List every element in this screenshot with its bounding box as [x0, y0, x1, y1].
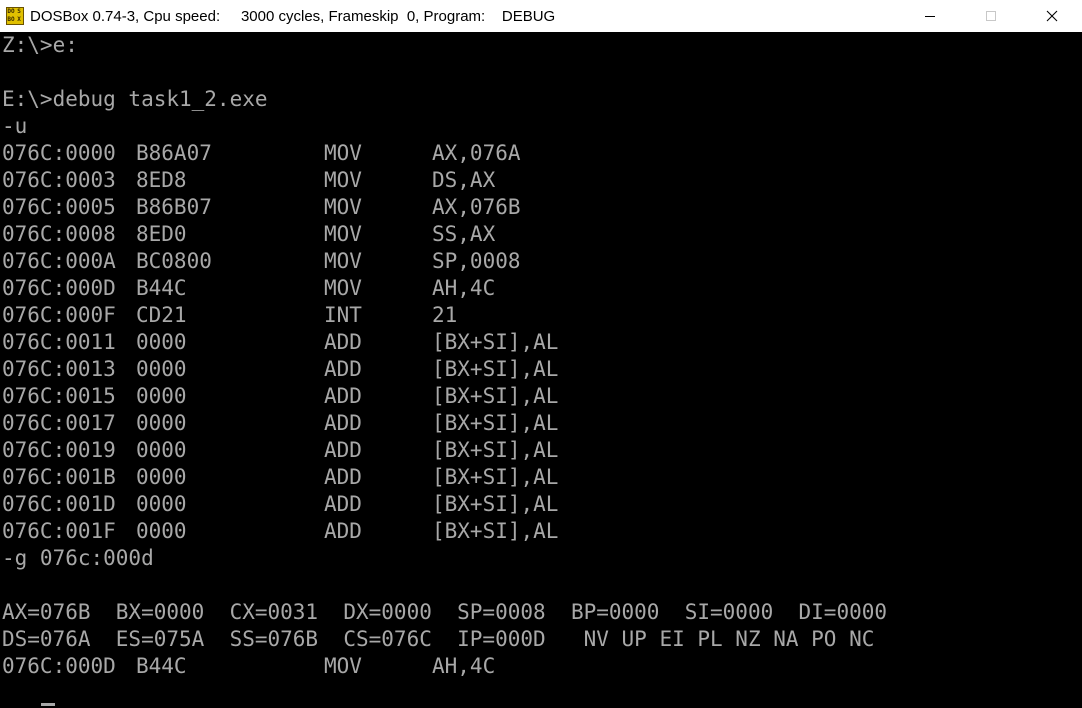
instruction-bytes: 8ED0	[136, 222, 187, 246]
instruction-mnemonic: MOV	[324, 141, 362, 165]
instruction-mnemonic: ADD	[324, 411, 362, 435]
input-prompt-line[interactable]: - ▲	[2, 680, 116, 707]
instruction-address: 076C:001D	[2, 492, 116, 516]
instruction-address: 076C:0000	[2, 141, 116, 165]
instruction-bytes: 0000	[136, 357, 187, 381]
instruction-operands: [BX+SI],AL	[432, 330, 559, 354]
instruction-bytes: BC0800	[136, 249, 212, 273]
instruction-address: 076C:001F	[2, 519, 116, 543]
icon-letter: DO	[7, 8, 15, 15]
instruction-operands: [BX+SI],AL	[432, 411, 559, 435]
instruction-operands: SP,0008	[432, 249, 521, 273]
close-button[interactable]	[1021, 0, 1082, 32]
instruction-bytes: B44C	[136, 276, 187, 300]
current-instruction-line: 076C:000D B44C MOV AH,4C	[2, 653, 495, 680]
dos-console-screen[interactable]: Z:\>e: E:\>debug task1_2.exe -u 076C:000…	[0, 32, 1082, 708]
dosbox-window: DO S BO X DOSBox 0.74-3, Cpu speed: 3000…	[0, 0, 1082, 708]
instruction-mnemonic: ADD	[324, 492, 362, 516]
instruction-address: 076C:000A	[2, 249, 116, 273]
instruction-mnemonic: ADD	[324, 465, 362, 489]
instruction-address: 076C:000F	[2, 303, 116, 327]
instruction-operands: [BX+SI],AL	[432, 438, 559, 462]
instruction-operands: 21	[432, 303, 458, 327]
instruction-bytes: CD21	[136, 303, 187, 327]
instruction-mnemonic: INT	[324, 303, 362, 327]
instruction-address: 076C:000D	[2, 276, 116, 300]
instruction-operands: AH,4C	[432, 276, 496, 300]
instruction-operands: [BX+SI],AL	[432, 465, 559, 489]
dosbox-app-icon[interactable]: DO S BO X	[6, 7, 24, 25]
window-controls	[899, 0, 1082, 32]
instruction-operands: [BX+SI],AL	[432, 357, 559, 381]
maximize-button[interactable]	[960, 0, 1021, 32]
instruction-mnemonic: ADD	[324, 519, 362, 543]
console-line-drive-change: Z:\>e:	[2, 33, 78, 57]
instruction-bytes: 0000	[136, 411, 187, 435]
minimize-button[interactable]	[899, 0, 960, 32]
instruction-mnemonic: MOV	[324, 195, 362, 219]
instruction-mnemonic: ADD	[324, 357, 362, 381]
instruction-address: 076C:001B	[2, 465, 116, 489]
instruction-operands: [BX+SI],AL	[432, 519, 559, 543]
instruction-address: 076C:0011	[2, 330, 116, 354]
instruction-bytes: 0000	[136, 438, 187, 462]
instruction-bytes: 0000	[136, 519, 187, 543]
instruction-bytes: B86A07	[136, 141, 212, 165]
instruction-address: 076C:0017	[2, 411, 116, 435]
instruction-mnemonic: MOV	[324, 654, 362, 678]
instruction-mnemonic: ADD	[324, 438, 362, 462]
instruction-address: 076C:0019	[2, 438, 116, 462]
instruction-mnemonic: MOV	[324, 168, 362, 192]
instruction-bytes: 0000	[136, 492, 187, 516]
instruction-mnemonic: MOV	[324, 276, 362, 300]
instruction-operands: [BX+SI],AL	[432, 492, 559, 516]
console-line-go-command: -g 076c:000d	[2, 546, 154, 570]
console-line-debug-command: E:\>debug task1_2.exe	[2, 87, 268, 111]
instruction-bytes: 0000	[136, 465, 187, 489]
instruction-address: 076C:0008	[2, 222, 116, 246]
title-bar[interactable]: DO S BO X DOSBox 0.74-3, Cpu speed: 3000…	[0, 0, 1082, 32]
instruction-operands: DS,AX	[432, 168, 496, 192]
window-title: DOSBox 0.74-3, Cpu speed: 3000 cycles, F…	[30, 7, 556, 25]
instruction-bytes: B44C	[136, 654, 187, 678]
icon-letter: BO	[7, 16, 15, 23]
instruction-mnemonic: MOV	[324, 222, 362, 246]
instruction-operands: AX,076A	[432, 141, 521, 165]
icon-letter: S	[17, 8, 21, 15]
instruction-address: 076C:0013	[2, 357, 116, 381]
instruction-bytes: B86B07	[136, 195, 212, 219]
instruction-operands: SS,AX	[432, 222, 496, 246]
instruction-operands: AX,076B	[432, 195, 521, 219]
instruction-address: 076C:0003	[2, 168, 116, 192]
console-line-unassemble-command: -u	[2, 114, 28, 138]
instruction-operands: AH,4C	[432, 654, 496, 678]
instruction-address: 076C:0005	[2, 195, 116, 219]
instruction-bytes: 0000	[136, 330, 187, 354]
instruction-mnemonic: ADD	[324, 384, 362, 408]
instruction-bytes: 0000	[136, 384, 187, 408]
close-icon	[1046, 10, 1057, 22]
text-cursor	[41, 703, 55, 706]
registers-line-1: AX=076B BX=0000 CX=0031 DX=0000 SP=0008 …	[2, 600, 888, 624]
instruction-bytes: 8ED8	[136, 168, 187, 192]
instruction-mnemonic: ADD	[324, 330, 362, 354]
instruction-operands: [BX+SI],AL	[432, 384, 559, 408]
maximize-icon	[985, 11, 996, 21]
registers-line-2: DS=076A ES=075A SS=076B CS=076C IP=000D …	[2, 627, 875, 651]
instruction-address: 076C:0015	[2, 384, 116, 408]
minimize-icon	[924, 16, 935, 17]
instruction-address: 076C:000D	[2, 654, 116, 678]
icon-letter: X	[17, 16, 21, 23]
instruction-mnemonic: MOV	[324, 249, 362, 273]
